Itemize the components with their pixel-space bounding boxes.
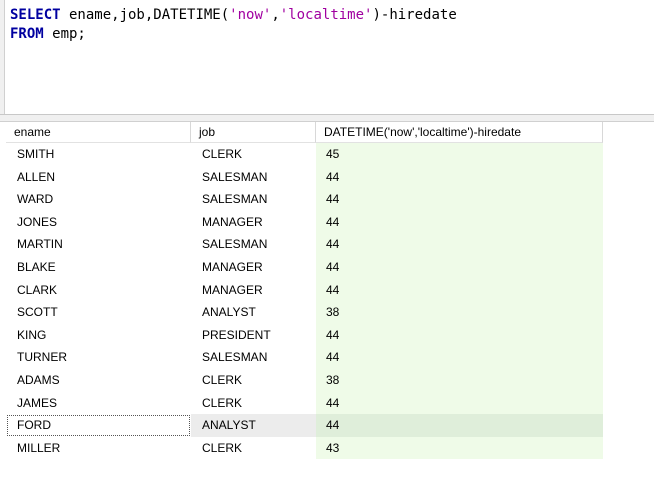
cell-ename[interactable]: BLAKE (6, 256, 191, 279)
code-text: ename,job,DATETIME( (60, 7, 230, 23)
cell-ename[interactable]: KING (6, 324, 191, 347)
sql-code[interactable]: SELECT ename,job,DATETIME('now','localti… (10, 6, 457, 44)
table-row[interactable]: TURNER SALESMAN 44 (6, 346, 603, 369)
editor-gutter (0, 0, 5, 114)
table-row[interactable]: CLARK MANAGER 44 (6, 278, 603, 302)
cell-ename[interactable]: JAMES (6, 392, 191, 415)
column-header-datetime-expr[interactable]: DATETIME('now','localtime')-hiredate (316, 122, 603, 143)
code-text: , (271, 7, 280, 23)
cell-datetime-diff[interactable]: 44 (316, 255, 603, 279)
table-row[interactable]: MARTIN SALESMAN 44 (6, 233, 603, 256)
cell-datetime-diff[interactable]: 44 (316, 414, 603, 437)
cell-datetime-diff[interactable]: 38 (316, 368, 603, 392)
table-row[interactable]: SCOTT ANALYST 38 (6, 301, 603, 324)
cell-datetime-diff[interactable]: 44 (316, 278, 603, 302)
cell-ename[interactable]: ALLEN (6, 166, 191, 189)
cell-job[interactable]: CLERK (191, 437, 316, 460)
string-literal-localtime: 'localtime' (279, 7, 373, 23)
table-row[interactable]: ADAMS CLERK 38 (6, 368, 603, 392)
cell-datetime-diff[interactable]: 38 (316, 301, 603, 324)
cell-job[interactable]: CLERK (191, 143, 316, 166)
sql-editor[interactable]: SELECT ename,job,DATETIME('now','localti… (0, 0, 654, 115)
cell-datetime-diff[interactable]: 44 (316, 323, 603, 347)
cell-ename[interactable]: WARD (6, 188, 191, 211)
column-header-job[interactable]: job (191, 122, 316, 143)
cell-datetime-diff[interactable]: 44 (316, 165, 603, 189)
cell-ename[interactable]: SMITH (6, 143, 191, 166)
cell-job[interactable]: MANAGER (191, 256, 316, 279)
code-line-2: FROM emp; (10, 26, 86, 42)
cell-job[interactable]: MANAGER (191, 211, 316, 234)
column-header-ename[interactable]: ename (6, 122, 191, 143)
table-row[interactable]: KING PRESIDENT 44 (6, 323, 603, 347)
cell-datetime-diff[interactable]: 43 (316, 436, 603, 460)
code-text: emp; (43, 26, 86, 42)
pane-splitter[interactable] (0, 115, 654, 122)
table-row[interactable]: JONES MANAGER 44 (6, 210, 603, 234)
cell-datetime-diff[interactable]: 44 (316, 233, 603, 256)
cell-datetime-diff[interactable]: 45 (316, 143, 603, 166)
cell-ename[interactable]: ADAMS (6, 369, 191, 392)
grid-rows: SMITH CLERK 45 ALLEN SALESMAN 44 WARD SALESMA… (6, 143, 603, 460)
cell-ename[interactable]: SCOTT (6, 301, 191, 324)
table-row[interactable]: WARD SALESMAN 44 (6, 188, 603, 211)
cell-ename[interactable]: MILLER (6, 437, 191, 460)
cell-job[interactable]: CLERK (191, 369, 316, 392)
cell-datetime-diff[interactable]: 44 (316, 391, 603, 415)
table-row[interactable]: BLAKE MANAGER 44 (6, 255, 603, 279)
cell-job[interactable]: ANALYST (191, 301, 316, 324)
cell-ename[interactable]: CLARK (6, 279, 191, 302)
grid-header: ename job DATETIME('now','localtime')-hi… (6, 122, 603, 143)
keyword-from: FROM (10, 26, 44, 42)
cell-datetime-diff[interactable]: 44 (316, 210, 603, 234)
cell-ename[interactable]: MARTIN (6, 233, 191, 256)
cell-job[interactable]: ANALYST (191, 414, 316, 437)
code-line-1: SELECT ename,job,DATETIME('now','localti… (10, 7, 457, 23)
cell-job[interactable]: SALESMAN (191, 346, 316, 369)
cell-job[interactable]: CLERK (191, 392, 316, 415)
cell-job[interactable]: PRESIDENT (191, 324, 316, 347)
cell-job[interactable]: MANAGER (191, 279, 316, 302)
table-row[interactable]: SMITH CLERK 45 (6, 143, 603, 166)
result-grid[interactable]: ename job DATETIME('now','localtime')-hi… (0, 122, 654, 485)
string-literal-now: 'now' (229, 7, 272, 23)
cell-ename[interactable]: FORD (6, 414, 191, 437)
cell-job[interactable]: SALESMAN (191, 188, 316, 211)
table-row[interactable]: MILLER CLERK 43 (6, 436, 603, 460)
code-text: )-hiredate (372, 7, 457, 23)
table-row[interactable]: ALLEN SALESMAN 44 (6, 165, 603, 189)
keyword-select: SELECT (10, 7, 61, 23)
cell-job[interactable]: SALESMAN (191, 233, 316, 256)
cell-ename[interactable]: TURNER (6, 346, 191, 369)
cell-datetime-diff[interactable]: 44 (316, 346, 603, 369)
table-row[interactable]: JAMES CLERK 44 (6, 391, 603, 415)
cell-job[interactable]: SALESMAN (191, 166, 316, 189)
cell-datetime-diff[interactable]: 44 (316, 188, 603, 211)
cell-ename[interactable]: JONES (6, 211, 191, 234)
table-row-selected[interactable]: FORD ANALYST 44 (6, 414, 603, 437)
